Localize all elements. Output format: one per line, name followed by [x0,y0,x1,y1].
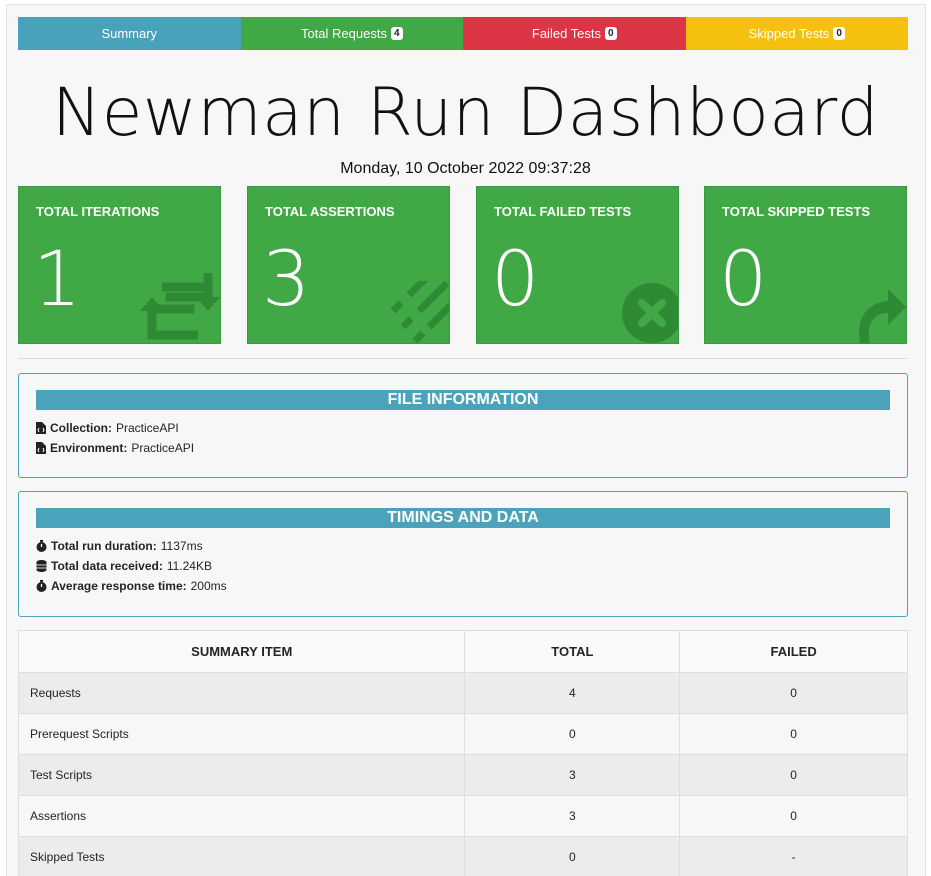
row-total: 0 [464,836,681,876]
tasks-icon [390,281,449,343]
avg-response-row: Average response time: 200ms [36,576,907,596]
card-label: TOTAL FAILED TESTS [494,204,632,219]
tab-skipped-tests-label: Skipped Tests [748,26,830,41]
run-duration-value: 1137ms [160,539,203,553]
failed-count-badge: 0 [605,27,617,40]
tab-summary[interactable]: Summary [18,17,241,50]
row-failed: 0 [679,795,908,837]
table-row: Skipped Tests 0 - [17,836,908,876]
environment-label: Environment: [50,441,128,455]
column-header-summary-item: SUMMARY ITEM [17,630,466,673]
run-date: Monday, 10 October 2022 09:37:28 [340,160,591,177]
collection-row: Collection: PracticeAPI [36,418,907,438]
row-failed: 0 [679,754,908,796]
stopwatch-icon [36,580,47,592]
environment-value: PracticeAPI [131,441,195,455]
table-row: Assertions 3 0 [17,795,908,837]
row-failed: 0 [679,672,908,714]
table-row: Test Scripts 3 0 [17,754,908,796]
card-value: 0 [719,234,768,323]
data-received-row: Total data received: 11.24KB [36,556,907,576]
run-duration-row: Total run duration: 1137ms [36,536,907,556]
skipped-count-badge: 0 [833,27,845,40]
collection-label: Collection: [50,421,112,435]
data-received-label: Total data received: [51,559,163,573]
table-row: Prerequest Scripts 0 0 [17,713,908,755]
row-name: Skipped Tests [17,836,466,876]
file-code-icon [36,442,46,454]
card-value: 3 [262,234,311,323]
tab-total-requests-label: Total Requests [300,26,387,41]
card-total-iterations: TOTAL ITERATIONS 1 [18,186,221,344]
avg-response-label: Average response time: [51,579,187,593]
tab-total-requests[interactable]: Total Requests 4 [240,17,463,50]
page-title: Newman Run Dashboard [51,74,880,151]
section-divider [18,358,908,359]
tab-summary-label: Summary [101,26,158,41]
tab-failed-tests[interactable]: Failed Tests 0 [463,17,686,50]
column-header-failed: FAILED [679,630,908,673]
card-label: TOTAL ITERATIONS [36,204,160,219]
column-header-total: TOTAL [464,630,681,673]
database-icon [36,560,47,572]
tab-failed-tests-label: Failed Tests [531,26,602,41]
row-failed: 0 [679,713,908,755]
times-circle-icon [622,283,678,343]
row-total: 4 [464,672,681,714]
card-value: 0 [491,234,540,323]
card-total-failed-tests: TOTAL FAILED TESTS 0 [476,186,679,344]
row-total: 3 [464,754,681,796]
card-label: TOTAL ASSERTIONS [265,204,395,219]
tab-skipped-tests[interactable]: Skipped Tests 0 [685,17,908,50]
timings-and-data-box: TIMINGS AND DATA Total run duration: 113… [18,491,908,617]
row-failed: - [679,836,908,876]
file-information-heading: FILE INFORMATION [36,390,890,410]
requests-count-badge: 4 [390,27,403,40]
top-nav: Summary Total Requests 4 Failed Tests 0 … [18,17,908,50]
environment-row: Environment: PracticeAPI [36,438,907,458]
stopwatch-icon [36,540,47,552]
row-name: Prerequest Scripts [17,713,466,755]
run-duration-label: Total run duration: [51,539,157,553]
row-name: Assertions [17,795,466,837]
card-total-skipped-tests: TOTAL SKIPPED TESTS 0 [704,186,907,344]
share-icon [859,289,906,343]
row-total: 3 [464,795,681,837]
row-total: 0 [464,713,681,755]
table-header-row: SUMMARY ITEM TOTAL FAILED [17,630,908,673]
row-name: Requests [17,672,466,714]
card-total-assertions: TOTAL ASSERTIONS 3 [247,186,450,344]
file-information-box: FILE INFORMATION Collection: PracticeAPI… [18,373,908,478]
collection-value: PracticeAPI [116,421,179,435]
timings-heading: TIMINGS AND DATA [36,508,890,528]
card-value: 1 [33,234,82,323]
avg-response-value: 200ms [190,579,227,593]
retweet-icon [140,273,220,340]
summary-table: SUMMARY ITEM TOTAL FAILED Requests 4 0 P… [17,630,908,876]
table-row: Requests 4 0 [17,672,908,714]
row-name: Test Scripts [17,754,466,796]
data-received-value: 11.24KB [166,559,212,573]
file-code-icon [36,422,46,434]
card-label: TOTAL SKIPPED TESTS [722,204,871,219]
